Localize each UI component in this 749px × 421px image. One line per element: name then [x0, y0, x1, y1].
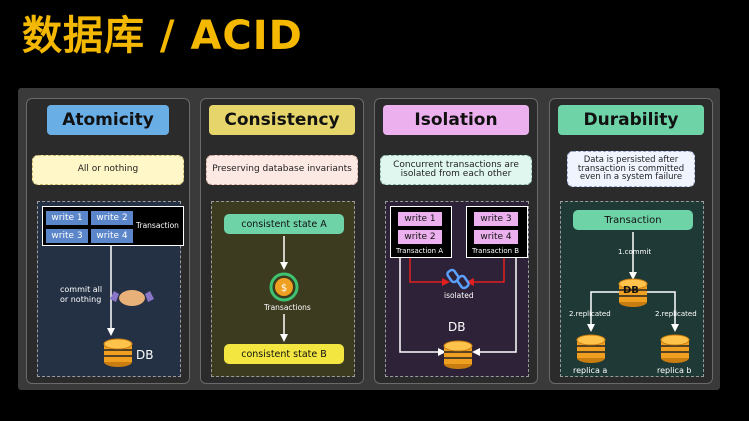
db-label: DB — [136, 348, 154, 362]
durability-diagram: Transaction 1.commit DB 2.replicated 2.r… — [560, 201, 704, 377]
durability-desc: Data is persisted after transaction is c… — [567, 151, 695, 187]
consistency-header: Consistency — [209, 105, 355, 135]
replica-a-label: replica a — [573, 366, 608, 375]
atomicity-header: Atomicity — [47, 105, 169, 135]
svg-text:$: $ — [281, 283, 287, 294]
durability-header: Durability — [558, 105, 704, 135]
replica-b-label: replica b — [657, 366, 692, 375]
db-icon — [443, 340, 473, 369]
consistency-diagram: consistent state A $ Transactions consis… — [211, 201, 355, 377]
consistency-desc: Preserving database invariants — [206, 155, 358, 185]
state-b: consistent state B — [224, 344, 344, 364]
isolation-diagram: write 1 write 2 Transaction A write 3 wr… — [385, 201, 529, 377]
db-icon — [103, 338, 133, 367]
transactions-label: Transactions — [264, 303, 311, 312]
consistency-panel: Consistency Preserving database invarian… — [200, 98, 364, 384]
isolation-panel: Isolation Concurrent transactions are is… — [374, 98, 538, 384]
page-title: 数据库 / ACID — [22, 13, 303, 59]
isolation-desc: Concurrent transactions are isolated fro… — [380, 155, 532, 185]
atomicity-diagram: write 1 write 2 write 3 write 4 Transact… — [37, 201, 184, 377]
isolation-header: Isolation — [383, 105, 529, 135]
replica-b-icon — [660, 334, 690, 363]
atomicity-desc: All or nothing — [32, 155, 184, 185]
durability-panel: Durability Data is persisted after trans… — [549, 98, 713, 384]
atomicity-panel: Atomicity All or nothing write 1 write 2… — [26, 98, 190, 384]
